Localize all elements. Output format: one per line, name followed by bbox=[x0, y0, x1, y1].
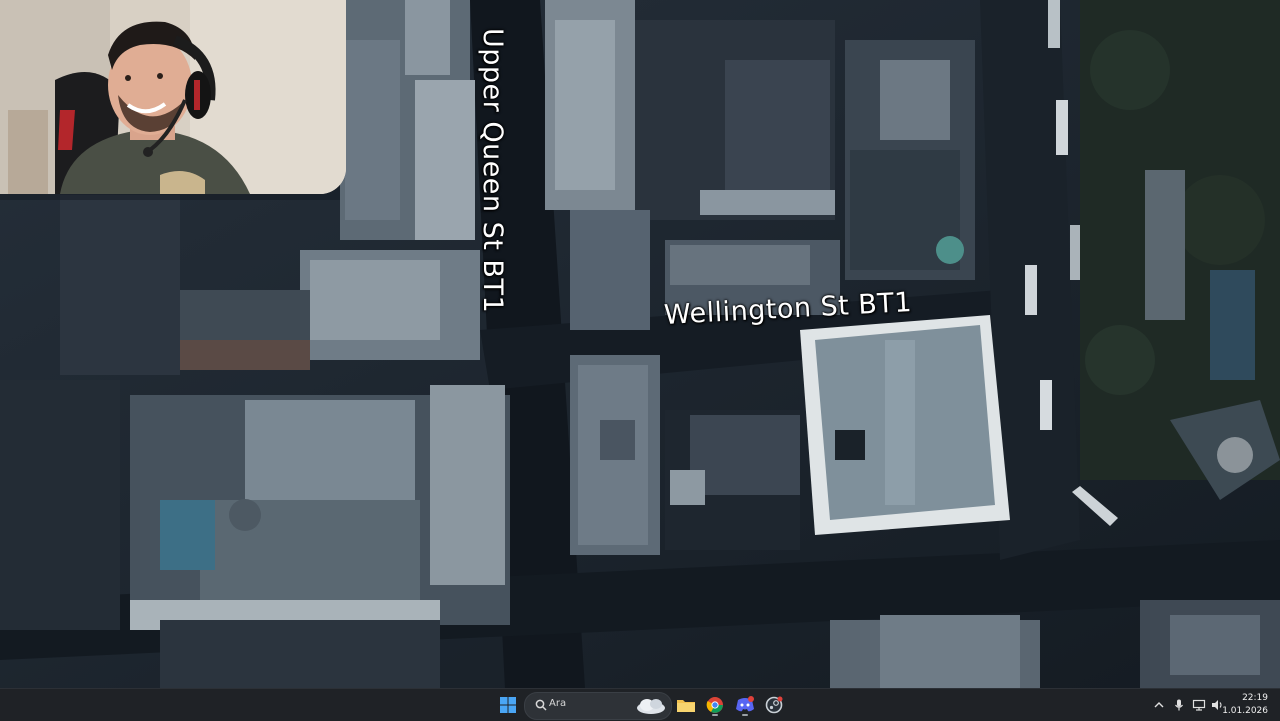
windows-start-icon bbox=[500, 697, 516, 713]
chrome-button[interactable] bbox=[703, 693, 727, 717]
discord-icon bbox=[736, 696, 754, 712]
active-indicator bbox=[712, 714, 718, 716]
file-explorer-button[interactable] bbox=[674, 693, 698, 717]
system-clock[interactable]: 22:19 1.01.2026 bbox=[1222, 692, 1268, 718]
search-icon bbox=[535, 699, 547, 711]
search-highlight-weather-icon bbox=[637, 699, 665, 714]
discord-button[interactable] bbox=[733, 693, 757, 717]
steam-icon bbox=[765, 696, 783, 714]
webcam-overlay bbox=[0, 0, 346, 194]
start-button[interactable] bbox=[496, 693, 520, 717]
street-label-upper-queen-st: Upper Queen St BT1 bbox=[477, 28, 508, 314]
taskbar-search-box[interactable]: Ara bbox=[524, 692, 672, 720]
steam-button[interactable] bbox=[762, 693, 786, 717]
chrome-icon bbox=[706, 697, 723, 713]
streamer-webcam-icon bbox=[0, 0, 346, 194]
windows-taskbar: Ara 22:19 1.01.2026 bbox=[0, 688, 1280, 721]
search-placeholder: Ara bbox=[549, 698, 567, 709]
chevron-up-icon[interactable] bbox=[1152, 698, 1166, 712]
clock-date: 1.01.2026 bbox=[1222, 706, 1268, 716]
active-indicator bbox=[742, 714, 748, 716]
microphone-icon[interactable] bbox=[1172, 698, 1186, 712]
clock-time: 22:19 bbox=[1242, 693, 1268, 703]
network-icon[interactable] bbox=[1192, 698, 1206, 712]
folder-icon bbox=[677, 700, 695, 712]
